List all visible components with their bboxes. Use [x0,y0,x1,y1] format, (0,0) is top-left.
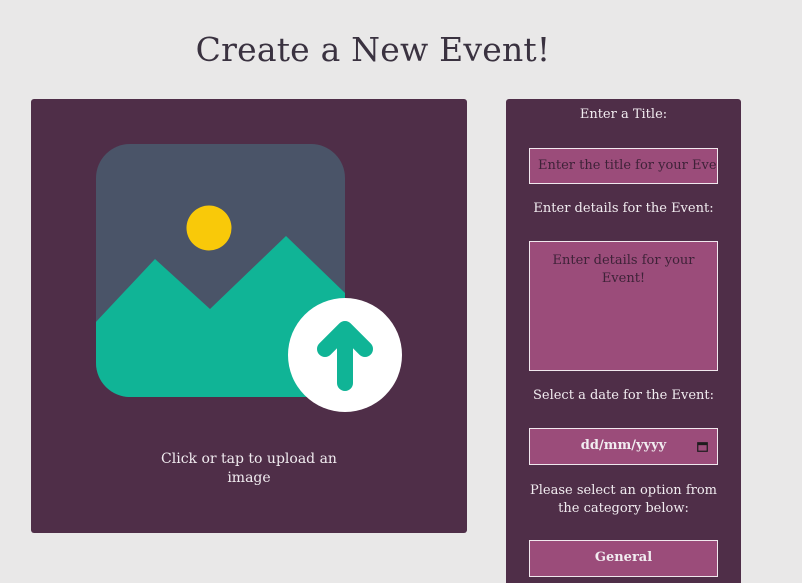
upload-caption: Click or tap to upload an image [161,451,337,486]
details-textarea[interactable]: Enter details for your Event! [529,241,718,371]
event-form: Enter a Title: Enter the title for your … [506,99,741,583]
create-event-page: Create a New Event! Click or tap to uplo… [0,0,802,583]
date-placeholder: dd/mm/yyyy [580,438,667,453]
category-label: Please select an option from the categor… [530,483,717,516]
upload-badge [288,298,402,412]
title-label: Enter a Title: [579,107,668,122]
image-upload-area[interactable]: Click or tap to upload an image [31,99,467,533]
title-input[interactable]: Enter the title for your Event [529,148,718,184]
image-upload-icon [96,144,402,412]
category-select[interactable]: General [529,540,718,577]
date-input[interactable]: dd/mm/yyyy [529,428,718,465]
date-label: Select a date for the Event: [532,388,714,403]
calendar-icon[interactable] [697,441,708,452]
sun-shape [186,205,232,251]
details-label: Enter details for the Event: [533,201,714,216]
page-title: Create a New Event! [195,30,551,70]
